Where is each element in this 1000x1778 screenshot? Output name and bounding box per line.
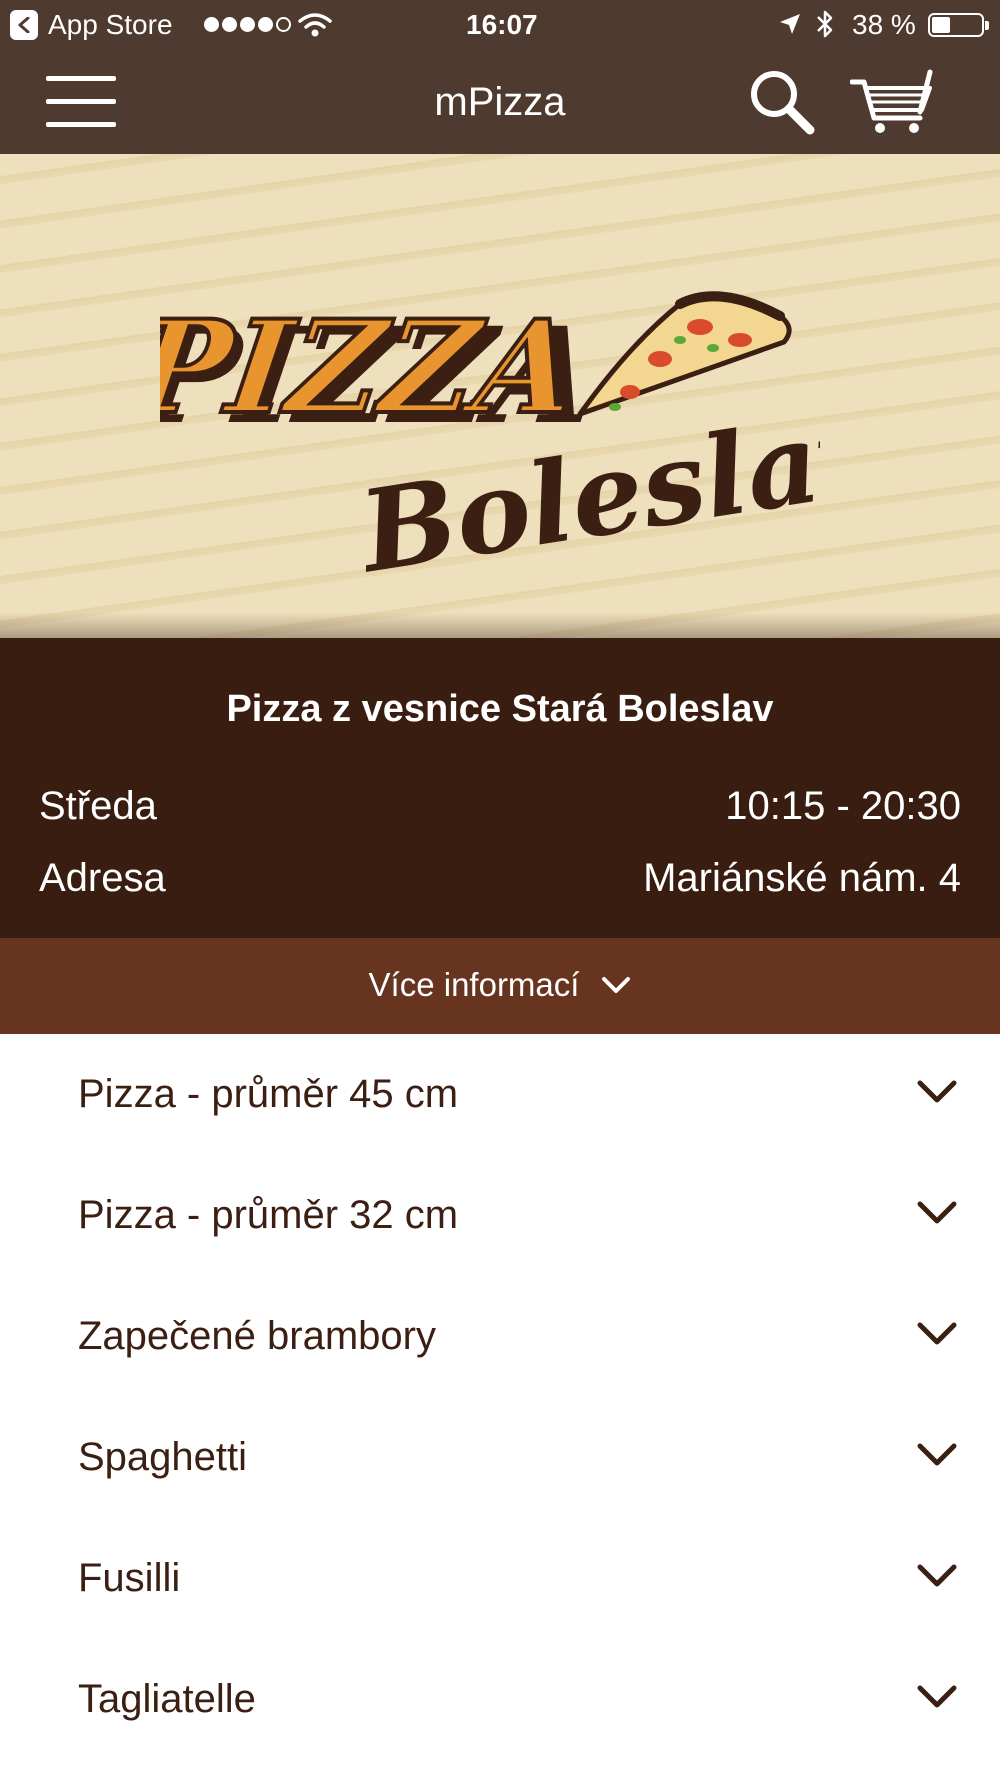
- category-label: Spaghetti: [78, 1435, 248, 1479]
- chevron-down-icon: [917, 1201, 957, 1224]
- pizza-slice-icon: [577, 291, 792, 417]
- address-label: Adresa: [39, 856, 166, 900]
- chevron-down-icon: [917, 1080, 957, 1103]
- category-label: Pizza - průměr 45 cm: [78, 1072, 459, 1116]
- bluetooth-icon: [817, 10, 833, 38]
- restaurant-name: Pizza z vesnice Stará Boleslav: [226, 688, 774, 730]
- chevron-down-icon: [602, 977, 631, 993]
- category-item[interactable]: Fusilli: [0, 1518, 1000, 1639]
- restaurant-info: Pizza z vesnice Stará Boleslav Středa 10…: [0, 638, 1000, 938]
- status-bar: App Store 16:07 38 %: [0, 0, 1000, 50]
- category-item[interactable]: Zapečené brambory: [0, 1276, 1000, 1397]
- hours-day-label: Středa: [39, 784, 157, 828]
- category-label: Pizza - průměr 32 cm: [78, 1193, 459, 1237]
- more-info-label: Více informací: [368, 966, 580, 1003]
- more-info-button[interactable]: Více informací: [0, 938, 1000, 1034]
- battery-percent: 38 %: [852, 9, 916, 40]
- address-value: Mariánské nám. 4: [643, 856, 961, 900]
- chevron-down-icon: [917, 1564, 957, 1587]
- navigation-bar: mPizza: [0, 50, 1000, 154]
- top-bar: App Store 16:07 38 % mPizza: [0, 0, 1000, 154]
- category-item[interactable]: Tagliatelle: [0, 1639, 1000, 1760]
- category-label: Tagliatelle: [78, 1677, 256, 1721]
- cart-icon[interactable]: [850, 68, 936, 136]
- logo-text-pizza: PIZZA: [160, 293, 587, 443]
- category-item[interactable]: Spaghetti: [0, 1397, 1000, 1518]
- chevron-down-icon: [917, 1685, 957, 1708]
- chevron-down-icon: [917, 1443, 957, 1466]
- category-label: Fusilli: [78, 1556, 181, 1600]
- back-to-app-icon[interactable]: [10, 10, 38, 40]
- hours-value: 10:15 - 20:30: [725, 784, 961, 828]
- back-app-label[interactable]: App Store: [48, 9, 173, 41]
- restaurant-banner: PIZZA PIZZA Boleslav: [0, 154, 1000, 638]
- restaurant-logo: PIZZA PIZZA Boleslav: [160, 291, 820, 584]
- status-time: 16:07: [466, 9, 538, 40]
- signal-strength-icon: [204, 17, 291, 32]
- category-item[interactable]: Pizza - průměr 45 cm: [0, 1034, 1000, 1155]
- category-label: Zapečené brambory: [78, 1314, 436, 1358]
- chevron-down-icon: [917, 1322, 957, 1345]
- category-item[interactable]: Pizza - průměr 32 cm: [0, 1155, 1000, 1276]
- location-arrow-icon: [780, 14, 800, 34]
- wifi-icon: [298, 13, 332, 37]
- search-icon[interactable]: [748, 68, 816, 136]
- battery-icon: [928, 13, 989, 37]
